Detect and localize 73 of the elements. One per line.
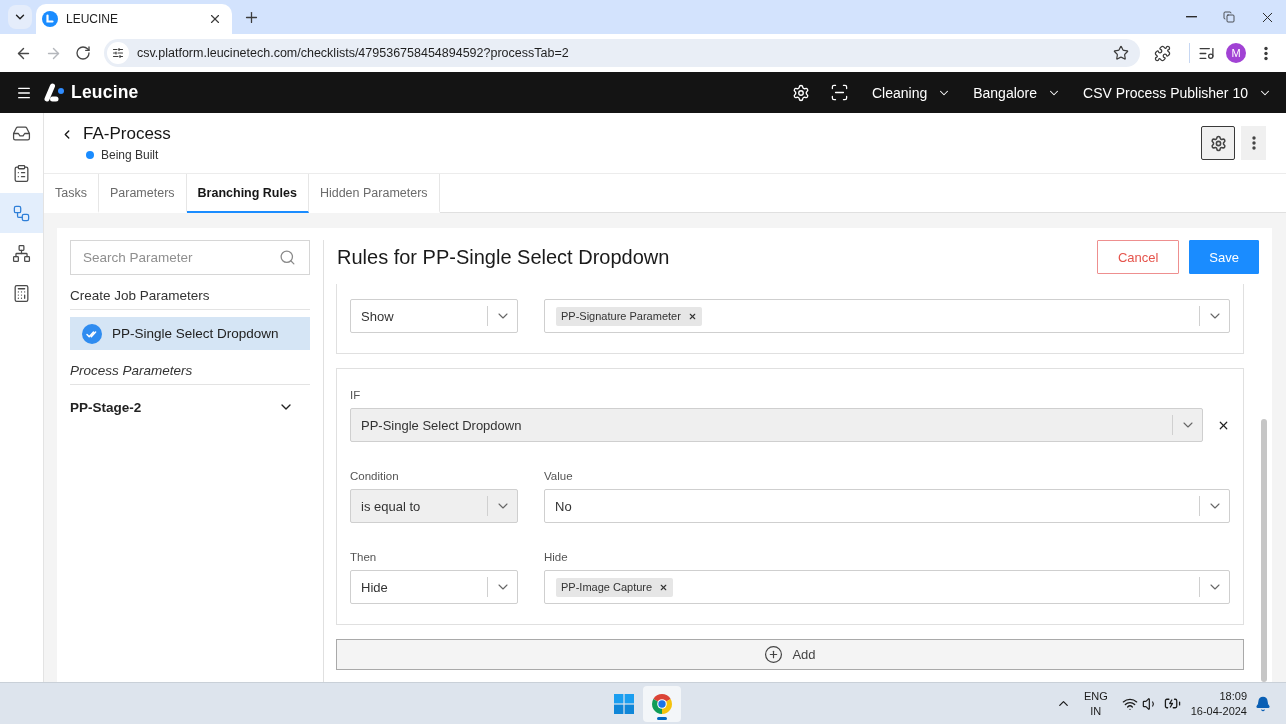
status-dot-icon [86, 151, 94, 159]
brand-name: Leucine [71, 82, 139, 103]
settings-icon [791, 83, 810, 102]
panel-title: Rules for PP-Single Select Dropdown [337, 245, 670, 269]
logo-icon [44, 83, 65, 102]
clock-button[interactable]: 18:09 16-04-2024 [1190, 688, 1247, 719]
reload-icon [75, 45, 91, 61]
tab[interactable]: Branching Rules [186, 174, 309, 213]
scrollbar-thumb[interactable] [1261, 419, 1267, 682]
check-circle-icon [82, 323, 102, 344]
close-icon [208, 12, 222, 26]
tab-list-button[interactable] [8, 5, 32, 29]
cancel-button[interactable]: Cancel [1096, 240, 1180, 274]
settings-button[interactable] [1201, 126, 1235, 160]
chip-label: PP-Signature Parameter [561, 310, 681, 322]
language-label: ENG [1083, 688, 1108, 704]
field-label: IF [350, 388, 362, 402]
region-label: IN [1090, 703, 1102, 719]
tab[interactable]: Parameters [98, 174, 187, 213]
site-favicon-icon [42, 11, 58, 27]
time-label: 18:09 [1219, 688, 1247, 704]
dropdown[interactable]: Hide [350, 570, 518, 604]
tab[interactable]: Hidden Parameters [308, 174, 440, 213]
site-info-button[interactable] [107, 42, 129, 64]
header-dropdown[interactable]: CSV Process Publisher 10 [1083, 80, 1272, 105]
chrome-logo-icon [651, 692, 673, 715]
settings-icon [1209, 134, 1227, 152]
puzzle-icon [1153, 44, 1171, 62]
header-dropdown[interactable]: Cleaning [871, 80, 952, 105]
workflow-icon [12, 203, 31, 223]
dropdown[interactable]: No [544, 489, 1230, 523]
windows-logo-icon [614, 693, 634, 714]
date-label: 16-04-2024 [1190, 703, 1247, 719]
stage-item[interactable]: PP-Stage-2 [70, 394, 310, 420]
search-icon [279, 249, 296, 266]
star-icon [1113, 45, 1129, 61]
field-label: Condition [350, 469, 400, 483]
plus-circle-icon [764, 645, 784, 664]
add-rule-button[interactable]: Add [336, 639, 1244, 670]
browser-tab[interactable]: LEUCINE [36, 4, 232, 34]
more-icon [1264, 45, 1268, 61]
remove-icon[interactable] [659, 582, 669, 592]
dropdown[interactable]: Show [350, 299, 518, 333]
sitemap-icon [12, 243, 31, 263]
status-label: Being Built [101, 148, 159, 162]
clipboard-list-icon [12, 163, 31, 183]
process-title: FA-Process [83, 124, 171, 144]
section-title: Process Parameters [70, 363, 310, 385]
minimize-icon [1185, 16, 1197, 18]
calculator-icon [12, 283, 31, 303]
section-title: Create Job Parameters [70, 288, 310, 310]
bell-icon [1255, 695, 1271, 712]
taskbar-app[interactable] [643, 685, 681, 722]
sliders-icon [112, 47, 124, 59]
more-icon [1251, 136, 1256, 150]
language-indicator[interactable]: ENG IN [1083, 688, 1108, 719]
header-dropdown[interactable]: Bangalore [973, 80, 1062, 105]
bookmark-button[interactable] [1112, 44, 1130, 62]
remove-icon[interactable] [687, 311, 697, 321]
scan-icon [830, 83, 850, 102]
field-label: Then [350, 550, 378, 564]
field-label: Hide [544, 550, 569, 564]
multi-select-dropdown[interactable]: PP-Signature Parameter [544, 299, 1230, 333]
chip-label: PP-Image Capture [561, 581, 653, 593]
search-field[interactable]: Search Parameter [70, 240, 310, 275]
more-button[interactable] [1241, 126, 1266, 160]
restore-icon [1223, 11, 1235, 23]
multi-select-dropdown[interactable]: PP-Image Capture [544, 570, 1230, 604]
address-bar[interactable]: csv.platform.leucinetech.com/checklists/479536758454894592?processTab=2 [104, 39, 1140, 67]
field-label: Value [544, 469, 574, 483]
tab[interactable]: Tasks [44, 174, 99, 213]
url-text: csv.platform.leucinetech.com/checklists/479536758454894592?processTab=2 [137, 46, 569, 60]
parameter-item[interactable]: PP-Single Select Dropdown [70, 317, 310, 350]
